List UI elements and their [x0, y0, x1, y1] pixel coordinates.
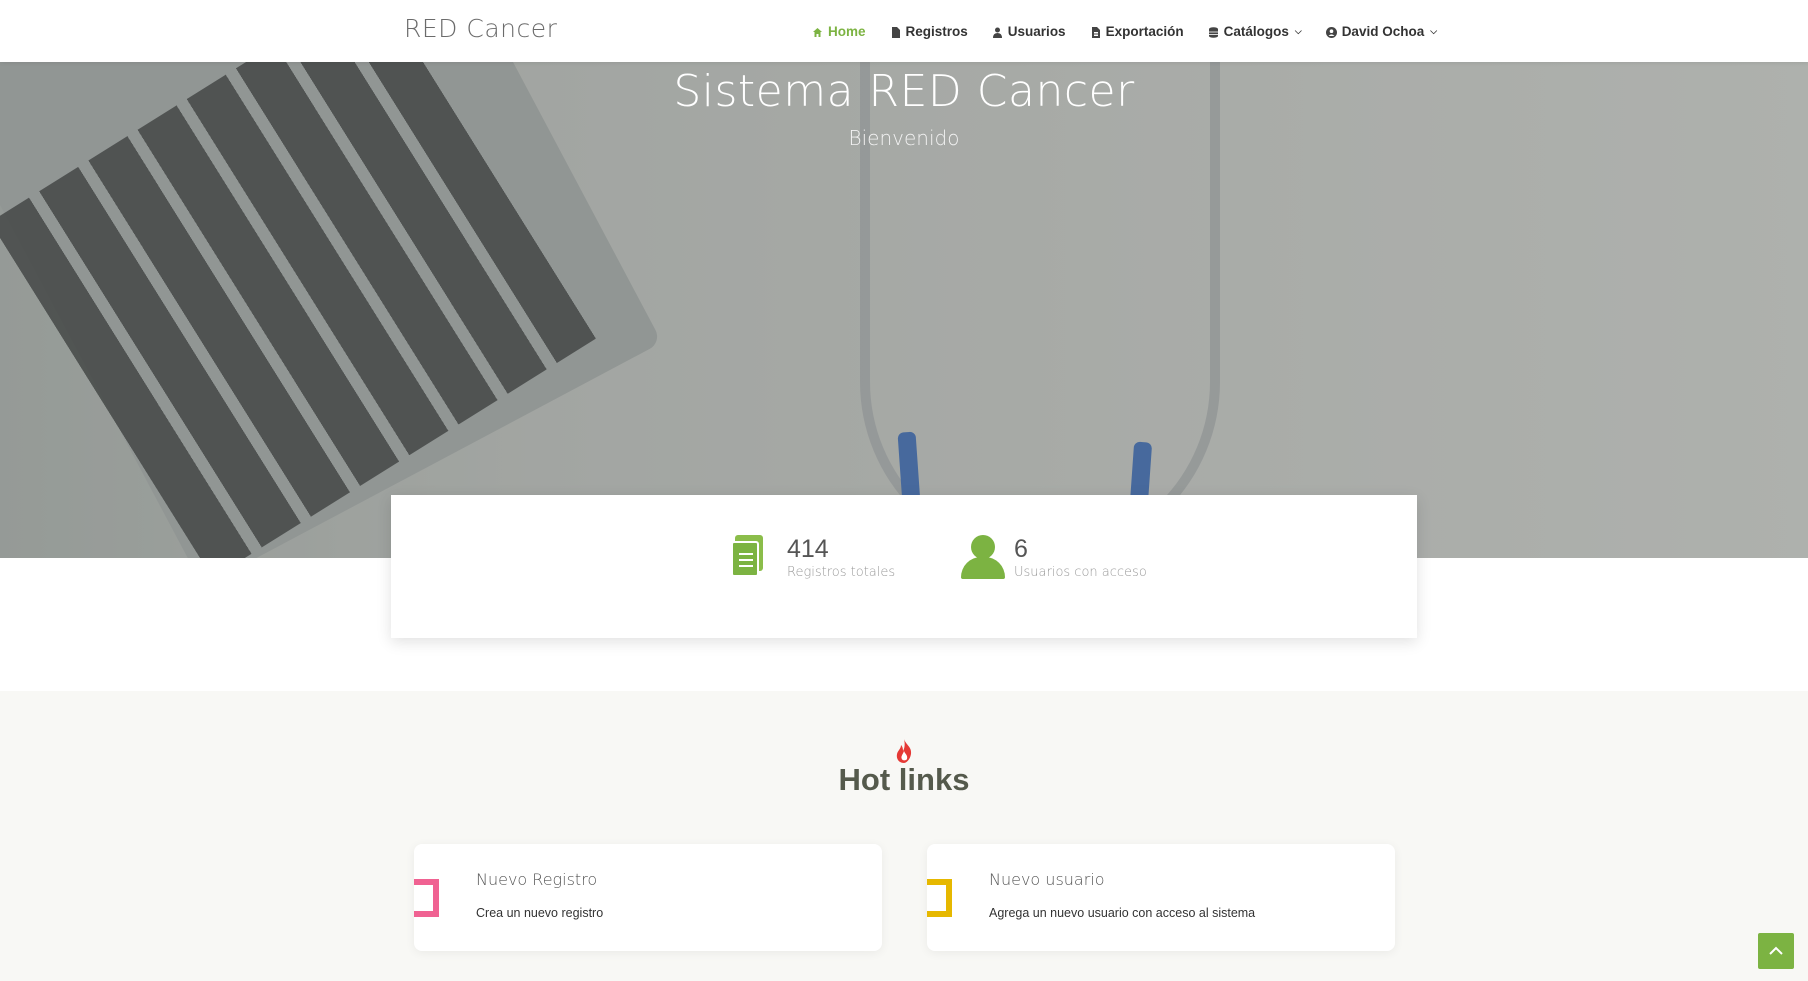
stat-registros-label: Registros totales: [787, 565, 896, 580]
nav-home[interactable]: Home: [800, 0, 878, 62]
file-icon: [890, 26, 901, 38]
hotlink-title: Nuevo Registro: [476, 870, 598, 889]
hero-subtitle: Bienvenido: [848, 126, 960, 150]
stat-usuarios: 6 Usuarios con acceso: [961, 535, 1147, 580]
user-icon: [992, 26, 1003, 38]
hotlink-desc: Crea un nuevo registro: [476, 906, 604, 920]
nav-registros[interactable]: Registros: [878, 0, 980, 62]
nav-catalogos[interactable]: Catálogos ⌵: [1196, 0, 1314, 62]
hotlink-desc: Agrega un nuevo usuario con acceso al si…: [989, 906, 1256, 920]
accent-bracket-icon: [927, 879, 952, 917]
nav-usuarios[interactable]: Usuarios: [980, 0, 1078, 62]
stat-registros-value: 414: [787, 535, 829, 563]
home-icon: [812, 26, 823, 37]
hero-title: Sistema RED Cancer: [673, 66, 1135, 117]
nav-catalogos-label: Catálogos: [1223, 23, 1289, 39]
hotlink-nuevo-registro[interactable]: Nuevo Registro Crea un nuevo registro: [414, 844, 882, 951]
hotlink-nuevo-usuario[interactable]: Nuevo usuario Agrega un nuevo usuario co…: [927, 844, 1395, 951]
accent-bracket-icon: [414, 879, 439, 917]
main-nav: Home Registros Usuarios Exportación Catá…: [800, 0, 1449, 62]
hot-links-section: [0, 691, 1808, 981]
hotlink-title: Nuevo usuario: [989, 870, 1105, 889]
stat-usuarios-label: Usuarios con acceso: [1014, 565, 1147, 580]
stats-card: 414 Registros totales 6 Usuarios con acc…: [391, 495, 1417, 638]
nav-user-label: David Ochoa: [1341, 23, 1425, 39]
file-export-icon: [1090, 26, 1101, 38]
flame-icon: [893, 739, 915, 763]
nav-exportacion[interactable]: Exportación: [1078, 0, 1196, 62]
stat-registros: 414 Registros totales: [731, 535, 895, 580]
chevron-down-icon: ⌵: [1430, 25, 1438, 36]
nav-registros-label: Registros: [905, 23, 968, 39]
chevron-down-icon: ⌵: [1294, 25, 1302, 36]
brand-logo[interactable]: RED Cancer: [404, 14, 557, 43]
stat-usuarios-value: 6: [1014, 535, 1028, 563]
nav-usuarios-label: Usuarios: [1007, 23, 1066, 39]
nav-home-label: Home: [828, 23, 866, 39]
chevron-up-icon: [1769, 946, 1783, 955]
database-icon: [1208, 26, 1219, 38]
user-circle-icon: [1325, 26, 1337, 38]
document-icon: [731, 535, 775, 579]
hot-links-title: Hot links: [838, 762, 970, 797]
scroll-to-top-button[interactable]: [1758, 933, 1794, 969]
user-icon: [961, 535, 1005, 579]
navbar: RED Cancer Home Registros Usuarios Expor…: [0, 0, 1808, 62]
nav-exportacion-label: Exportación: [1105, 23, 1184, 39]
nav-user-menu[interactable]: David Ochoa ⌵: [1314, 0, 1449, 62]
